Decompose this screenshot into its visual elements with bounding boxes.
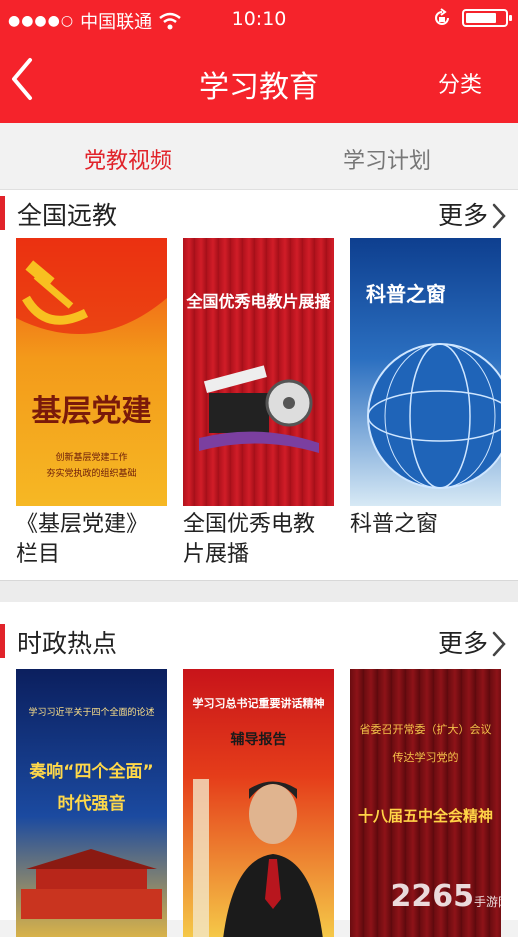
cover-sub-text-2: 夯实党执政的组织基础	[46, 469, 137, 479]
cover-top-text: 学习习近平关于四个全面的论述	[28, 708, 155, 718]
video-card[interactable]: 学习习近平关于四个全面的论述 奏响“四个全面” 时代强音	[16, 669, 167, 937]
cover-main-text: 科普之窗	[366, 282, 446, 306]
status-bar: ●●●●○ 中国联通 10:10	[0, 0, 518, 40]
video-card[interactable]: 科普之窗 科普之窗	[350, 238, 501, 540]
video-caption: 全国优秀电教片展播	[183, 512, 316, 567]
cover-main-text: 全国优秀电教片展播	[186, 292, 331, 311]
hammer-sickle-emblem	[16, 238, 167, 334]
battery-level	[466, 13, 496, 23]
cover-top-text: 省委召开常委（扩大）会议	[359, 723, 492, 736]
section-marker	[0, 624, 5, 658]
section-national-remote-edu: 全国远教 更多 基层党建 创新基层党建工作 夯实党执政的组织基础 《基层党建》栏…	[0, 190, 518, 580]
section-header: 时政热点 更多	[0, 618, 518, 664]
tab-bar: 党教视频 学习计划	[0, 123, 518, 190]
cover-top-text-2: 传达学习党的	[392, 751, 459, 764]
cover-top-text: 学习习总书记重要讲话精神	[192, 697, 325, 710]
category-button[interactable]: 分类	[438, 67, 482, 99]
watermark-text: 2265	[390, 879, 474, 914]
nav-bar: 学习教育 分类	[0, 40, 518, 123]
section-title: 全国远教	[17, 201, 118, 230]
more-link[interactable]: 更多	[438, 624, 488, 660]
chevron-right-icon[interactable]	[492, 631, 506, 657]
cover-main-text: 基层党建	[31, 394, 152, 429]
video-caption: 《基层党建》栏目	[16, 512, 149, 567]
cover-main-text: 奏响“四个全面”	[29, 762, 154, 782]
video-cover: 学习习总书记重要讲话精神 辅导报告	[183, 669, 334, 937]
status-right	[432, 8, 512, 28]
video-cover: 科普之窗	[350, 238, 501, 506]
section-header: 全国远教 更多	[0, 190, 518, 236]
section-current-affairs: 时政热点 更多 学习习近平关于四个全面的论述 奏响“四个全面” 时代强音 学习习…	[0, 602, 518, 937]
video-cover: 学习习近平关于四个全面的论述 奏响“四个全面” 时代强音	[16, 669, 167, 937]
rotation-lock-icon	[435, 8, 449, 25]
cover-main-text-2: 时代强音	[57, 794, 126, 814]
chevron-right-icon[interactable]	[492, 203, 506, 229]
video-card[interactable]: 全国优秀电教片展播 全国优秀电教片展播	[183, 238, 334, 570]
cover-main-text: 辅导报告	[230, 732, 287, 748]
video-cover: 全国优秀电教片展播	[183, 238, 334, 506]
tiananmen-gate-illustration	[21, 849, 162, 919]
video-card[interactable]: 学习习总书记重要讲话精神 辅导报告	[183, 669, 334, 937]
section-marker	[0, 196, 5, 230]
video-cover: 基层党建 创新基层党建工作 夯实党执政的组织基础	[16, 238, 167, 506]
cover-main-text: 十八届五中全会精神	[357, 807, 493, 825]
section-title: 时政热点	[17, 629, 118, 658]
more-link[interactable]: 更多	[438, 196, 488, 232]
watermark-logo: 2265手游网	[390, 879, 510, 914]
video-caption: 科普之窗	[350, 512, 439, 537]
globe-icon	[367, 343, 501, 489]
tab-party-videos[interactable]: 党教视频	[84, 143, 172, 175]
video-card[interactable]: 基层党建 创新基层党建工作 夯实党执政的组织基础 《基层党建》栏目	[16, 238, 167, 570]
battery-icon	[462, 9, 512, 27]
tab-study-plan[interactable]: 学习计划	[343, 143, 431, 175]
section-divider	[0, 580, 518, 602]
portrait-illustration	[193, 779, 323, 937]
cover-sub-text: 创新基层党建工作	[55, 453, 128, 463]
film-reel-icon	[199, 365, 319, 453]
watermark-suffix: 手游网	[473, 895, 510, 909]
